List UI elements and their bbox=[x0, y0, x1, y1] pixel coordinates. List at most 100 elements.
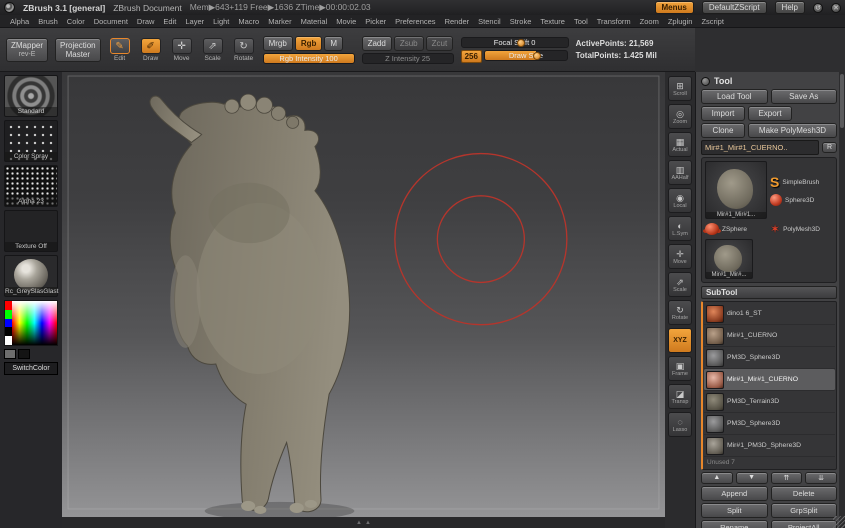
make-polymesh3d-button[interactable]: Make PolyMesh3D bbox=[748, 123, 837, 138]
subtool-item[interactable]: Mir#1_PM3D_Sphere3D bbox=[704, 435, 835, 457]
sphere3d-tool[interactable]: Sphere3D bbox=[770, 194, 833, 206]
menu-movie[interactable]: Movie bbox=[332, 16, 360, 27]
color-strip[interactable] bbox=[5, 301, 12, 345]
xyz-button[interactable]: XYZ bbox=[668, 328, 692, 353]
zmapper-button[interactable]: ZMapper rev-E bbox=[6, 37, 49, 62]
canvas-handle-left-icon[interactable]: ▲ bbox=[356, 520, 362, 526]
active-tool-thumbnail[interactable]: Mir#1_Mir#1... bbox=[705, 161, 767, 219]
alpha-selector[interactable]: Alpha 23 bbox=[4, 165, 58, 207]
window-resize-grip[interactable] bbox=[833, 516, 845, 528]
material-selector[interactable]: Rc_GreySlasGlast bbox=[4, 255, 58, 297]
rgb-intensity-slider[interactable]: Rgb Intensity 100 bbox=[262, 52, 355, 64]
focal-shift-slider[interactable]: Focal Shift 0 bbox=[460, 36, 569, 48]
subtool-item[interactable]: PM3D_Sphere3D bbox=[704, 413, 835, 435]
move3d-button[interactable]: ✛ Move bbox=[668, 244, 692, 269]
menu-stencil[interactable]: Stencil bbox=[474, 16, 505, 27]
subtool-item[interactable]: PM3D_Terrain3D bbox=[704, 391, 835, 413]
export-button[interactable]: Export bbox=[748, 106, 792, 121]
projectall-button[interactable]: ProjectAll bbox=[770, 520, 837, 528]
menus-button[interactable]: Menus bbox=[654, 1, 694, 14]
menu-material[interactable]: Material bbox=[297, 16, 332, 27]
subtool-header[interactable]: SubTool bbox=[701, 286, 837, 299]
menu-alpha[interactable]: Alpha bbox=[6, 16, 33, 27]
menu-color[interactable]: Color bbox=[63, 16, 89, 27]
subtool-item[interactable]: Mir#1_CUERNO bbox=[704, 325, 835, 347]
aahalf-button[interactable]: ▥ AAHalf bbox=[668, 160, 692, 185]
subtool-top-button[interactable]: ⇈ bbox=[770, 472, 803, 484]
menu-document[interactable]: Document bbox=[90, 16, 132, 27]
transp-button[interactable]: ◪ Transp bbox=[668, 384, 692, 409]
menu-tool[interactable]: Tool bbox=[570, 16, 592, 27]
r-button[interactable]: R bbox=[821, 142, 837, 153]
help-button[interactable]: Help bbox=[774, 1, 805, 14]
local-button[interactable]: ◉ Local bbox=[668, 188, 692, 213]
menu-stroke[interactable]: Stroke bbox=[506, 16, 536, 27]
split-button[interactable]: Split bbox=[701, 503, 768, 518]
document-canvas[interactable]: ▲ ▲ bbox=[62, 72, 665, 528]
rgb-button[interactable]: Rgb bbox=[294, 35, 323, 51]
menu-layer[interactable]: Layer bbox=[181, 16, 208, 27]
rotate3d-button[interactable]: ↻ Rotate bbox=[668, 300, 692, 325]
rotate-button[interactable]: ↻ Rotate bbox=[232, 37, 256, 62]
canvas-handle-right-icon[interactable]: ▲ bbox=[365, 520, 371, 526]
simplebrush-tool[interactable]: S SimpleBrush bbox=[770, 174, 833, 190]
draw-size-slider[interactable]: Draw Size bbox=[483, 49, 568, 61]
subtool-down-button[interactable]: ▼ bbox=[735, 472, 768, 484]
menu-transform[interactable]: Transform bbox=[593, 16, 635, 27]
menu-light[interactable]: Light bbox=[209, 16, 233, 27]
scale3d-button[interactable]: ⇗ Scale bbox=[668, 272, 692, 297]
menu-picker[interactable]: Picker bbox=[361, 16, 390, 27]
lsym-button[interactable]: ◐ L.Sym bbox=[668, 216, 692, 241]
subtool-item[interactable]: PM3D_Sphere3D bbox=[704, 347, 835, 369]
menu-zscript[interactable]: Zscript bbox=[697, 16, 728, 27]
menu-marker[interactable]: Marker bbox=[264, 16, 295, 27]
secondary-color-swatch[interactable] bbox=[18, 349, 30, 359]
scale-button[interactable]: ⇗ Scale bbox=[201, 37, 225, 62]
z-intensity-slider[interactable]: Z Intensity 25 bbox=[361, 52, 454, 64]
zadd-button[interactable]: Zadd bbox=[361, 35, 392, 51]
stroke-selector[interactable]: Color Spray bbox=[4, 120, 58, 162]
menu-macro[interactable]: Macro bbox=[234, 16, 263, 27]
frame-button[interactable]: ▣ Frame bbox=[668, 356, 692, 381]
menu-render[interactable]: Render bbox=[441, 16, 474, 27]
canvas-resize-bar[interactable]: ▲ ▲ bbox=[62, 517, 665, 528]
delete-button[interactable]: Delete bbox=[770, 486, 837, 501]
menu-preferences[interactable]: Preferences bbox=[391, 16, 439, 27]
tool-panel-icon[interactable] bbox=[701, 76, 710, 86]
zcut-button[interactable]: Zcut bbox=[425, 35, 454, 51]
zsub-button[interactable]: Zsub bbox=[393, 35, 424, 51]
switch-color-button[interactable]: SwitchColor bbox=[4, 362, 58, 375]
menu-edit[interactable]: Edit bbox=[159, 16, 180, 27]
zoom-button[interactable]: ◎ Zoom bbox=[668, 104, 692, 129]
close-icon[interactable]: ✕ bbox=[831, 2, 841, 13]
scroll-button[interactable]: ⊞ Scroll bbox=[668, 76, 692, 101]
texture-selector[interactable]: Texture Off bbox=[4, 210, 58, 252]
m-button[interactable]: M bbox=[324, 35, 344, 51]
projection-master-button[interactable]: Projection Master bbox=[55, 37, 101, 62]
subtool-item-selected[interactable]: Mir#1_Mir#1_CUERNO bbox=[704, 369, 835, 391]
clone-button[interactable]: Clone bbox=[701, 123, 745, 138]
restore-icon[interactable]: ↺ bbox=[813, 2, 823, 13]
import-button[interactable]: Import bbox=[701, 106, 745, 121]
grpsplit-button[interactable]: GrpSplit bbox=[770, 503, 837, 518]
subtool-bottom-button[interactable]: ⇊ bbox=[805, 472, 837, 484]
creature-sculpt[interactable] bbox=[149, 93, 351, 514]
edit-button[interactable]: ✎ Edit bbox=[108, 37, 132, 62]
subtool-item[interactable]: dino1 6_ST bbox=[704, 303, 835, 325]
recent-tool-thumbnail[interactable]: Mir#1_Mir#... bbox=[705, 239, 753, 279]
menu-draw[interactable]: Draw bbox=[133, 16, 159, 27]
menu-zoom[interactable]: Zoom bbox=[636, 16, 663, 27]
move-button[interactable]: ✛ Move bbox=[170, 37, 194, 62]
mrgb-button[interactable]: Mrgb bbox=[262, 35, 293, 51]
zsphere-tool[interactable]: ZSphere bbox=[705, 222, 767, 236]
color-gradient[interactable] bbox=[12, 301, 57, 345]
tool-panel-scrollbar[interactable] bbox=[839, 72, 845, 528]
color-picker[interactable] bbox=[4, 300, 58, 346]
menu-zplugin[interactable]: Zplugin bbox=[664, 16, 697, 27]
main-color-swatch[interactable] bbox=[4, 349, 16, 359]
brush-selector[interactable]: Standard bbox=[4, 75, 58, 117]
save-as-button[interactable]: Save As bbox=[770, 89, 837, 104]
menu-brush[interactable]: Brush bbox=[34, 16, 62, 27]
default-zscript-button[interactable]: DefaultZScript bbox=[701, 1, 767, 14]
draw-size-value[interactable]: 256 bbox=[460, 49, 482, 63]
